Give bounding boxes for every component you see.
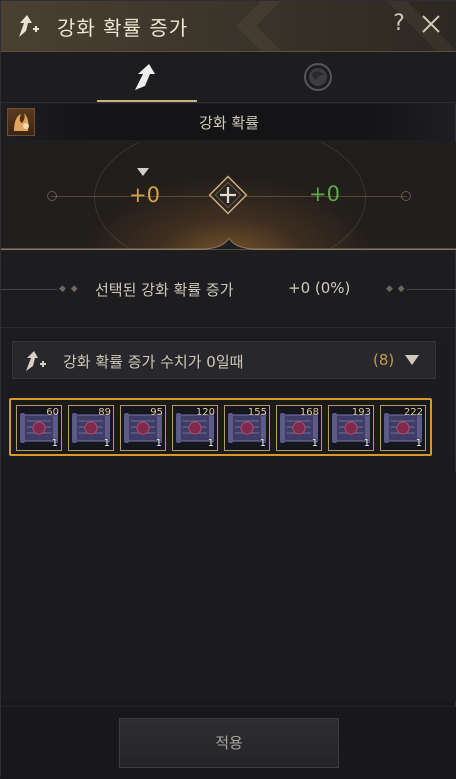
section-title: 강화 확률 — [199, 114, 259, 132]
item-value: 155 — [247, 407, 267, 418]
selected-rate-value: +0 (0%) — [288, 279, 351, 297]
help-button[interactable]: ? — [387, 11, 411, 36]
selected-rate-label: 선택된 강화 확률 증가 — [95, 281, 234, 299]
current-rate-value: +0 — [129, 183, 160, 207]
title-bar[interactable]: 강화 확률 증가 ? — [1, 1, 456, 52]
item-slot[interactable]: 95 1 — [120, 405, 166, 451]
item-quantity: 1 — [415, 438, 422, 449]
item-grid: 60 1 89 1 95 1 120 1 155 1 168 1 193 1 222 1 — [9, 398, 432, 456]
item-value: 168 — [299, 407, 319, 418]
item-slot[interactable]: 89 1 — [68, 405, 114, 451]
item-value: 60 — [46, 407, 59, 418]
enhance-arrow-icon — [19, 15, 39, 37]
item-slot[interactable]: 193 1 — [328, 405, 374, 451]
item-quantity: 1 — [363, 438, 370, 449]
item-value: 193 — [351, 407, 371, 418]
close-icon[interactable] — [419, 11, 443, 37]
item-value: 95 — [150, 407, 163, 418]
item-quantity: 1 — [51, 438, 58, 449]
item-value: 120 — [195, 407, 215, 418]
empty-area — [1, 471, 456, 701]
item-slot[interactable]: 168 1 — [276, 405, 322, 451]
item-slot[interactable]: 155 1 — [224, 405, 270, 451]
current-marker-icon — [137, 168, 149, 176]
section-header: 강화 확률 — [1, 104, 456, 140]
plus-icon[interactable] — [208, 175, 248, 215]
item-quantity: 1 — [155, 438, 162, 449]
tab-bar — [1, 52, 456, 103]
filter-dropdown[interactable]: 강화 확률 증가 수치가 0일때 (8) — [12, 341, 436, 379]
globe-swirl-icon — [304, 63, 332, 91]
item-slot[interactable]: 60 1 — [16, 405, 62, 451]
tab-secondary[interactable] — [268, 52, 368, 102]
item-quantity: 1 — [259, 438, 266, 449]
item-slot[interactable]: 222 1 — [380, 405, 426, 451]
window-title: 강화 확률 증가 — [57, 16, 189, 40]
result-rate-value: +0 — [309, 182, 340, 206]
enhance-rate-window: 강화 확률 증가 ? 강화 확률 +0 +0 ◆ ◆ 선택된 강화 확률 증가 … — [0, 0, 456, 779]
apply-button[interactable]: 적용 — [119, 718, 339, 768]
dropdown-label: 강화 확률 증가 수치가 0일때 — [63, 353, 244, 371]
item-value: 89 — [98, 407, 111, 418]
item-slot[interactable]: 120 1 — [172, 405, 218, 451]
dropdown-count: (8) — [373, 351, 395, 369]
chevron-down-icon — [405, 355, 419, 365]
item-value: 222 — [403, 407, 423, 418]
enhance-arrow-icon — [26, 351, 46, 371]
item-quantity: 1 — [207, 438, 214, 449]
item-quantity: 1 — [311, 438, 318, 449]
selected-rate-bar: ◆ ◆ 선택된 강화 확률 증가 +0 (0%) ◆ ◆ — [1, 258, 456, 320]
rate-display: +0 +0 — [1, 142, 456, 250]
footer: 적용 — [1, 706, 456, 779]
item-quantity: 1 — [103, 438, 110, 449]
enhance-arrow-icon — [135, 64, 155, 90]
tab-enhance-rate[interactable] — [97, 52, 197, 102]
